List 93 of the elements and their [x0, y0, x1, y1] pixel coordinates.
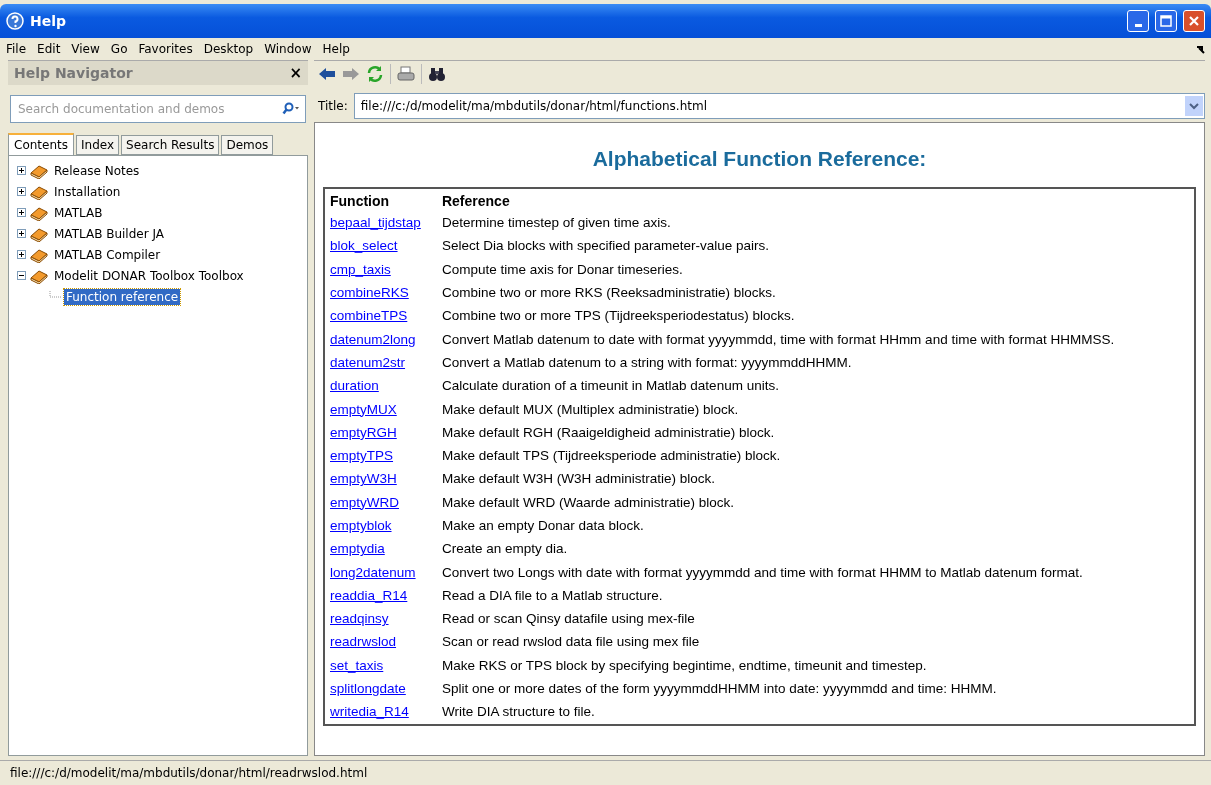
table-cell: Make default MUX (Multiplex administratie) block.: [436, 397, 1195, 421]
function-link[interactable]: emptyRGH: [330, 424, 397, 440]
tab[interactable]: Contents: [8, 133, 74, 155]
table-cell: Create an empty dia.: [436, 537, 1195, 561]
function-link[interactable]: emptyMUX: [330, 401, 397, 417]
tab[interactable]: Search Results: [121, 135, 220, 155]
search-input[interactable]: Search documentation and demos: [16, 101, 280, 117]
table-cell: Combine two or more TPS (Tijdreeksperiodestatus) blocks.: [436, 304, 1195, 328]
function-link[interactable]: emptyWRD: [330, 494, 399, 510]
function-link[interactable]: datenum2str: [330, 354, 406, 370]
close-icon: [1188, 15, 1200, 27]
collapse-icon[interactable]: [17, 271, 26, 280]
refresh-icon[interactable]: [366, 65, 384, 83]
table-cell: Convert Matlab datenum to date with format yyyymmdd, time with format HHmm and time with format HHMMSS.: [436, 327, 1195, 351]
search-icon[interactable]: [280, 102, 300, 116]
expand-icon[interactable]: [17, 229, 26, 238]
function-link[interactable]: datenum2long: [330, 331, 416, 347]
table-cell: Scan or read rwslod data file using mex file: [436, 630, 1195, 654]
function-link[interactable]: readqinsy: [330, 611, 389, 627]
menu-item[interactable]: Favorites: [138, 42, 193, 56]
table-cell: Select Dia blocks with specified parameter-value pairs.: [436, 234, 1195, 258]
table-cell: Read or scan Qinsy datafile using mex-file: [436, 607, 1195, 631]
table-cell: Determine timestep of given time axis.: [436, 211, 1195, 235]
status-bar: file:///c:/d/modelit/ma/mbdutils/donar/html/readrwslod.html: [0, 760, 1211, 785]
field-label: Title:: [318, 99, 348, 113]
tab[interactable]: Demos: [221, 135, 274, 155]
tree-item[interactable]: MATLAB Builder JA: [52, 225, 166, 242]
table-cell: Write DIA structure to file.: [436, 700, 1195, 725]
help-icon: [6, 12, 24, 30]
minimize-button[interactable]: [1127, 10, 1149, 32]
panel-title: Help Navigator: [14, 65, 133, 81]
address-field[interactable]: file:///c:/d/modelit/ma/mbdutils/donar/html/functions.html: [353, 93, 1205, 119]
printer-icon[interactable]: [397, 65, 415, 83]
tree-item[interactable]: MATLAB Compiler: [52, 246, 163, 263]
table-cell: Make default WRD (Waarde administratie) block.: [436, 490, 1195, 514]
tree-item[interactable]: Release Notes: [52, 162, 142, 179]
table-cell: Make default TPS (Tijdreeksperiode administratie) block.: [436, 443, 1195, 468]
tab[interactable]: Index: [76, 135, 120, 155]
function-link[interactable]: emptydia: [330, 541, 385, 557]
menu-item[interactable]: Go: [110, 42, 128, 56]
function-link[interactable]: readrwslod: [330, 634, 397, 650]
expand-icon[interactable]: [17, 208, 26, 217]
close-button[interactable]: [1183, 10, 1205, 32]
tree-item[interactable]: Installation: [52, 183, 123, 200]
function-link[interactable]: blok_select: [330, 238, 398, 254]
function-link[interactable]: readdia_R14: [330, 587, 408, 603]
function-link[interactable]: emptyTPS: [330, 448, 394, 464]
table-cell: Make default W3H (W3H administratie) block.: [436, 467, 1195, 491]
table-cell: Read a DIA file to a Matlab structure.: [436, 583, 1195, 608]
function-link[interactable]: set_taxis: [330, 657, 384, 673]
column-header: Function: [324, 188, 437, 211]
function-link[interactable]: combineTPS: [330, 308, 408, 324]
table-cell: Compute time axis for Donar timeseries.: [436, 257, 1195, 281]
menu-item[interactable]: Window: [264, 42, 312, 56]
table-cell: Make an empty Donar data block.: [436, 513, 1195, 538]
menu-item[interactable]: Help: [322, 42, 350, 56]
function-link[interactable]: cmp_taxis: [330, 261, 391, 277]
minimize-icon: [1134, 23, 1142, 27]
maximize-button[interactable]: [1155, 10, 1177, 32]
menu-item[interactable]: File: [6, 42, 27, 56]
page-heading: Alphabetical Function Reference:: [592, 147, 927, 171]
binoculars-icon[interactable]: [428, 66, 446, 82]
expand-icon[interactable]: [17, 187, 26, 196]
table-cell: Split one or more dates of the form yyyymmddHHMM into date: yyyymmdd and time: HHMM.: [436, 676, 1195, 701]
function-link[interactable]: long2datenum: [330, 564, 416, 580]
search-field[interactable]: Search documentation and demos: [10, 95, 306, 123]
function-link[interactable]: emptyW3H: [330, 471, 397, 487]
function-link[interactable]: emptyblok: [330, 518, 392, 533]
expand-icon[interactable]: [17, 166, 26, 175]
table-cell: Convert two Longs with date with format yyyymmdd and time with format HHMM to Matlab datenum format.: [436, 560, 1195, 584]
menu-item[interactable]: View: [71, 42, 100, 56]
menu-item[interactable]: Edit: [37, 42, 61, 56]
close-button[interactable]: ×: [289, 64, 302, 82]
chevron-down-icon[interactable]: [1189, 102, 1199, 110]
table-cell: Convert a Matlab datenum to a string with format: yyyymmddHHMM.: [436, 350, 1195, 375]
function-link[interactable]: writedia_R14: [330, 704, 409, 720]
function-link[interactable]: duration: [330, 378, 379, 394]
table-cell: Make RKS or TPS block by specifying begintime, endtime, timeunit and timestep.: [436, 653, 1195, 677]
menu-item[interactable]: Desktop: [203, 42, 254, 56]
tree-item[interactable]: MATLAB: [52, 204, 105, 221]
maximize-icon: [1160, 15, 1172, 27]
function-link[interactable]: combineRKS: [330, 285, 409, 301]
table-cell: Make default RGH (Raaigeldigheid administratie) block.: [436, 420, 1195, 444]
function-link[interactable]: splitlongdate: [330, 681, 406, 697]
window-title: Help: [30, 13, 68, 29]
column-header: Reference: [436, 188, 1195, 211]
function-link[interactable]: bepaal_tijdstap: [330, 215, 421, 231]
tree-item[interactable]: Modelit DONAR Toolbox Toolbox: [52, 267, 246, 284]
back-arrow-icon[interactable]: [318, 67, 336, 81]
tree-item[interactable]: Function reference: [64, 288, 181, 305]
expand-icon[interactable]: [17, 250, 26, 259]
table-cell: Combine two or more RKS (Reeksadministratie) blocks.: [436, 280, 1195, 305]
table-cell: Calculate duration of a timeunit in Matlab datenum units.: [436, 374, 1195, 398]
